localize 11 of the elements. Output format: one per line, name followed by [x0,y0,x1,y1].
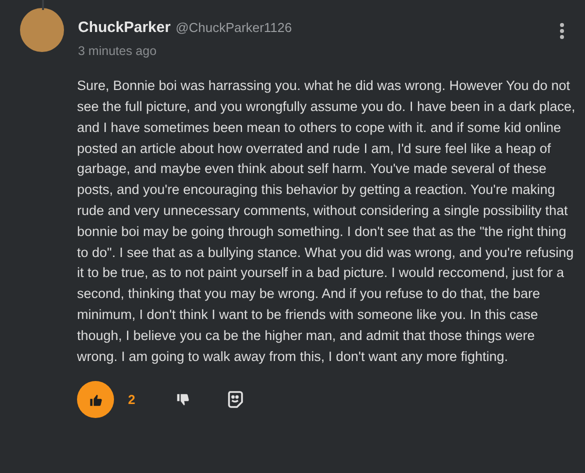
sticker-icon [227,391,244,408]
thumbs-up-icon [88,392,102,407]
like-count: 2 [128,391,136,410]
more-options-icon[interactable] [559,22,565,40]
author-handle: @ChuckParker1126 [176,19,292,37]
comment-time: 3 minutes ago [78,42,158,60]
comment-text: Sure, Bonnie boi was harrassing you. what he did was wrong. However You do not see the full picture, and you wrongfully assume you do. I have been in a dark place, and I have sometimes been mean to others to cope with it. and if some kid online posted an article about how overrated and rude I am, I'd sure feel like a heap of garbage, and maybe even think about self harm. You've made several of these posts, and you're encouraging this behavior by getting a reaction. You're making rude and very unnecessary comments, without considering a single possibility that bonnie boi may be going through something. I don't see that as the "the right thing to do". I see that as a bullying stance. What you did was wrong, and you're refusing it to be true, as to not paint yourself in a bad picture. I would reccomend, just for a second, thinking that you may be wrong. And if you refuse to do that, the bare minimum, I don't think I want to be friends with someone like you. In this case though, I believe you ca be the higher man, and admit that those things were wrong. I am going to walk away from this, I don't want any more fighting. [77,77,576,366]
thumbs-down-icon [176,392,190,407]
author-name[interactable]: ChuckParker [78,17,171,40]
like-button[interactable] [77,381,114,418]
avatar-placeholder[interactable] [20,8,64,52]
